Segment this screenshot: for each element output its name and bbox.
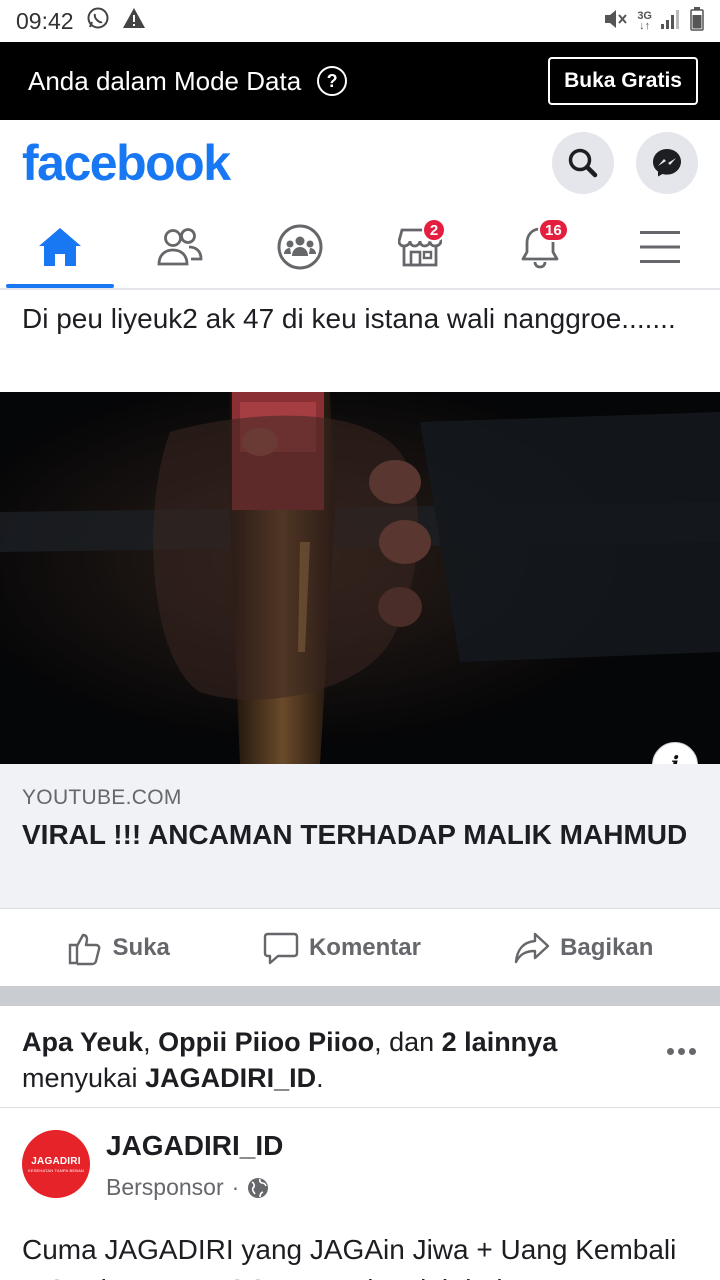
sponsored-header: JAGADIRI KESEHATAN TANPA BEBAN JAGADIRI_… <box>0 1108 720 1218</box>
comment-label: Komentar <box>308 933 421 961</box>
tab-menu[interactable] <box>600 206 720 288</box>
liker-name-2[interactable]: Oppii Piioo Piioo <box>158 1027 374 1057</box>
link-domain: YOUTUBE.COM <box>22 786 182 809</box>
page-name[interactable]: JAGADIRI_ID <box>106 1130 283 1162</box>
globe-icon <box>248 1177 269 1198</box>
data-mode-message: Anda dalam Mode Data <box>28 65 302 96</box>
sponsored-label: Bersponsor <box>106 1174 224 1200</box>
messenger-button[interactable] <box>636 132 698 194</box>
network-label: 3G <box>637 10 652 22</box>
like-button[interactable]: Suka <box>67 930 170 966</box>
post-actions: Suka Komentar Bagikan <box>0 908 720 986</box>
network-indicator: 3G ↓↑ <box>637 10 652 32</box>
feed-divider <box>0 986 720 1006</box>
liker-name-1[interactable]: Apa Yeuk <box>22 1027 143 1057</box>
like-label: Suka <box>112 933 170 961</box>
messenger-icon <box>653 149 681 177</box>
main-nav: 2 16 <box>0 206 720 290</box>
help-icon[interactable]: ? <box>317 66 348 96</box>
more-options-icon[interactable] <box>667 1048 696 1055</box>
avatar-text: JAGADIRI <box>31 1155 81 1167</box>
tab-home[interactable] <box>0 206 120 288</box>
whatsapp-icon <box>86 6 110 36</box>
post-text: Di peu liyeuk2 ak 47 di keu istana wali … <box>22 303 676 334</box>
hamburger-icon <box>640 231 680 263</box>
sponsored-post-text: Cuma JAGADIRI yang JAGAin Jiwa + Uang Ke… <box>22 1234 677 1280</box>
status-time: 09:42 <box>16 7 74 34</box>
warning-icon <box>122 7 146 35</box>
liked-page[interactable]: JAGADIRI_ID <box>145 1063 316 1093</box>
data-mode-banner: Anda dalam Mode Data ? Buka Gratis <box>0 42 720 120</box>
liked-sep-2: , dan <box>374 1027 442 1057</box>
video-thumbnail[interactable] <box>0 392 720 764</box>
search-icon <box>568 148 598 178</box>
search-button[interactable] <box>552 132 614 194</box>
avatar[interactable]: JAGADIRI KESEHATAN TANPA BEBAN <box>22 1130 90 1198</box>
liked-suffix: . <box>316 1063 324 1093</box>
liked-sep-1: , <box>143 1027 159 1057</box>
avatar-subtext: KESEHATAN TANPA BEBAN <box>27 1167 85 1173</box>
tab-notifications[interactable]: 16 <box>480 206 600 288</box>
notifications-badge: 16 <box>538 218 569 242</box>
comment-button[interactable]: Komentar <box>263 930 421 966</box>
groups-icon <box>277 224 323 270</box>
home-icon <box>39 228 81 266</box>
status-bar: 09:42 3G ↓↑ <box>0 0 720 42</box>
signal-icon <box>660 8 682 35</box>
tab-groups[interactable] <box>240 206 360 288</box>
battery-icon <box>690 6 704 36</box>
tab-friends[interactable] <box>120 206 240 288</box>
share-label: Bagikan <box>560 933 654 961</box>
liked-by-text: Apa Yeuk, Oppii Piioo Piioo, dan 2 lainn… <box>0 1006 720 1108</box>
mute-icon <box>603 7 629 36</box>
link-preview[interactable]: YOUTUBE.COM VIRAL !!! ANCAMAN TERHADAP M… <box>0 764 720 908</box>
sponsored-dot: · <box>231 1174 240 1200</box>
facebook-logo[interactable]: facebook <box>22 134 231 192</box>
liker-others[interactable]: 2 lainnya <box>442 1027 558 1057</box>
open-free-button[interactable]: Buka Gratis <box>548 57 698 105</box>
comment-icon <box>263 932 299 964</box>
liked-prefix: menyukai <box>22 1063 146 1093</box>
tab-marketplace[interactable]: 2 <box>360 206 480 288</box>
sponsored-line: Bersponsor · <box>106 1174 269 1201</box>
friends-icon <box>157 228 203 266</box>
link-title: VIRAL !!! ANCAMAN TERHADAP MALIK MAHMUD <box>22 819 688 850</box>
app-header: facebook <box>0 120 720 206</box>
thumbs-up-icon <box>68 933 100 965</box>
share-button[interactable]: Bagikan <box>514 930 653 966</box>
marketplace-badge: 2 <box>422 218 446 242</box>
share-icon <box>514 932 550 963</box>
